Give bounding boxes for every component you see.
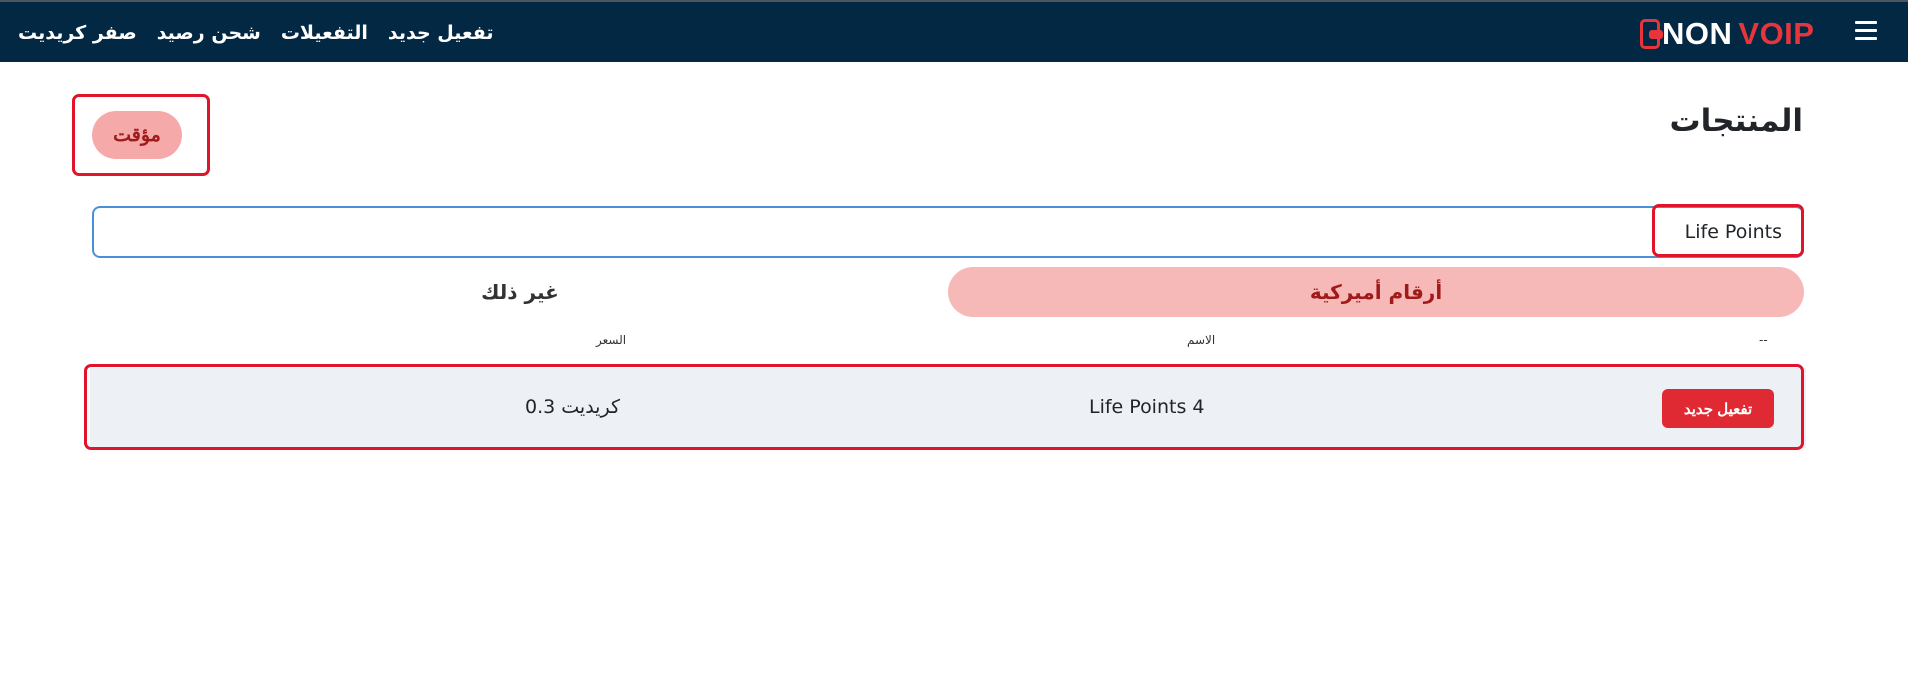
tab-other[interactable]: غير ذلك: [92, 267, 948, 317]
nav-links: صفر كريديت شحن رصيد التفعيلات تفعيل جديد: [18, 2, 494, 64]
tab-american-numbers[interactable]: أرقام أميركية: [948, 267, 1804, 317]
hamburger-menu-icon[interactable]: [1855, 21, 1879, 43]
nav-activations[interactable]: التفعيلات: [281, 22, 368, 44]
nav-recharge[interactable]: شحن رصيد: [157, 22, 261, 44]
search-field[interactable]: [92, 206, 1804, 258]
logo-text-non: NON: [1662, 16, 1733, 51]
header-price: السعر: [596, 333, 627, 347]
nav-zero-credit[interactable]: صفر كريديت: [18, 22, 137, 44]
highlight-box-row: [84, 364, 1804, 450]
phone-chat-icon: [1640, 19, 1663, 49]
row-name: Life Points 4: [1089, 396, 1205, 418]
search-input[interactable]: [94, 208, 1802, 256]
timer-button[interactable]: مؤقت: [92, 111, 182, 159]
logo-text-voip: VOIP: [1738, 16, 1815, 51]
top-navbar: صفر كريديت شحن رصيد التفعيلات تفعيل جديد…: [0, 0, 1908, 62]
nav-new-activation[interactable]: تفعيل جديد: [388, 22, 494, 44]
page-title: المنتجات: [1669, 103, 1804, 139]
new-activation-button[interactable]: تفعيل جديد: [1662, 389, 1774, 428]
header-col-actions: --: [1759, 333, 1768, 347]
nonvoip-logo[interactable]: NON VOIP: [1640, 16, 1814, 52]
highlight-box-search: [1652, 204, 1804, 257]
header-name: الاسم: [1187, 333, 1216, 347]
row-price: 0.3 كريديت: [525, 396, 621, 418]
